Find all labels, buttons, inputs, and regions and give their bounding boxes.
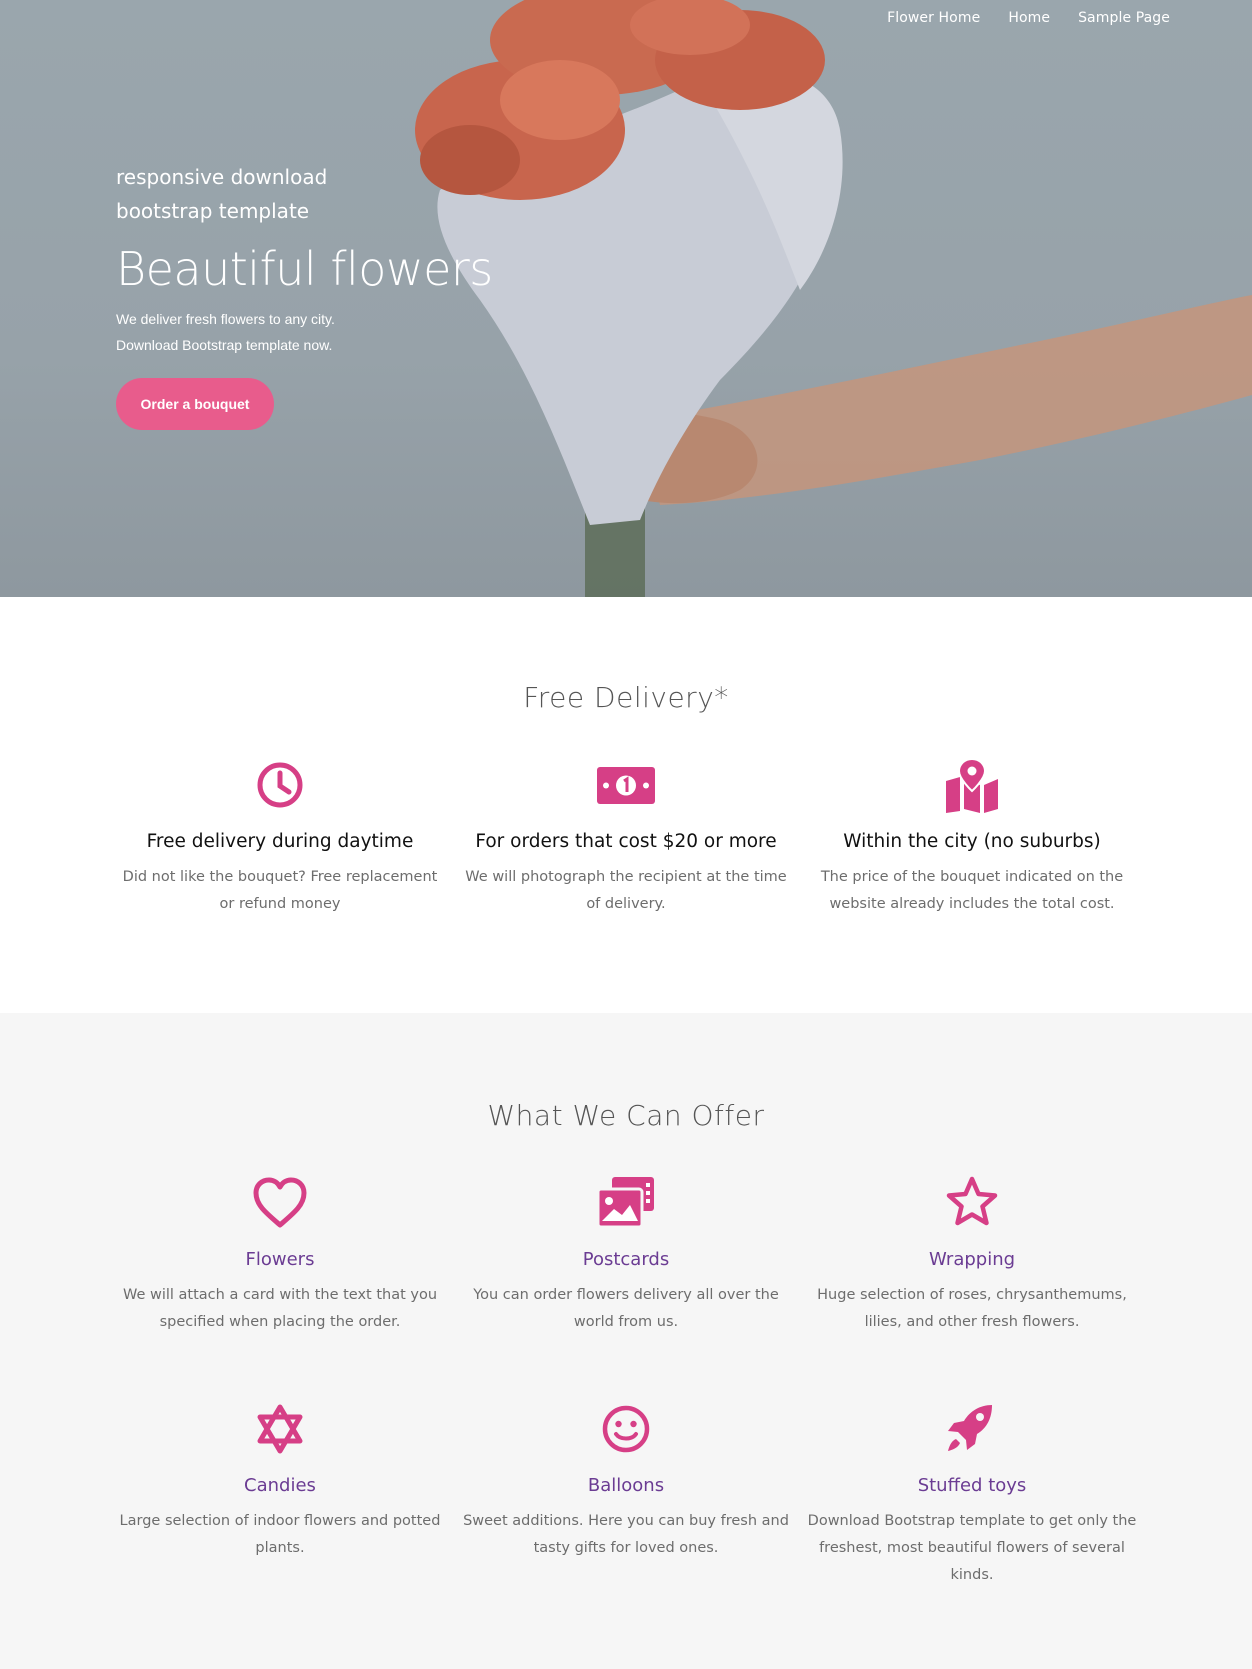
offer-item-stuffed-toys: Stuffed toys Download Bootstrap template…: [802, 1401, 1142, 1589]
section-title-what-we-offer: What We Can Offer: [487, 1099, 765, 1132]
hero-section: Flower Home Home Sample Page responsive …: [0, 0, 1252, 597]
feature-text: We will photograph the recipient at the …: [465, 869, 787, 912]
offer-item-flowers: Flowers We will attach a card with the t…: [110, 1175, 450, 1336]
offer-text: We will attach a card with the text that…: [122, 1287, 438, 1330]
offer-text: Large selection of indoor flowers and po…: [119, 1513, 441, 1556]
heart-icon: [248, 1175, 312, 1231]
money-bill-icon: [594, 757, 658, 813]
what-we-offer-section: What We Can Offer Flowers We will attach…: [0, 1013, 1252, 1669]
feature-text: The price of the bouquet indicated on th…: [820, 869, 1124, 912]
offer-text: You can order flowers delivery all over …: [473, 1287, 779, 1330]
hero-kicker: responsive download bootstrap template: [116, 165, 328, 223]
order-bouquet-button[interactable]: Order a bouquet: [116, 378, 274, 430]
smile-icon: [594, 1401, 658, 1457]
feature-heading: Free delivery during daytime: [146, 831, 414, 852]
feature-text: Did not like the bouquet? Free replaceme…: [122, 869, 438, 912]
hero-content: responsive download bootstrap template B…: [116, 160, 556, 358]
feature-order-minimum: For orders that cost $20 or more We will…: [456, 757, 796, 918]
top-nav: Flower Home Home Sample Page: [887, 10, 1170, 26]
offer-heading: Postcards: [582, 1249, 670, 1270]
offer-heading: Stuffed toys: [917, 1475, 1027, 1496]
offer-heading: Flowers: [245, 1249, 315, 1270]
offer-heading: Wrapping: [928, 1249, 1016, 1270]
feature-daytime-delivery: Free delivery during daytime Did not lik…: [110, 757, 450, 918]
star-icon: [940, 1175, 1004, 1231]
free-delivery-section: Free Delivery* Free delivery during dayt…: [0, 597, 1252, 1013]
clock-icon: [248, 757, 312, 813]
nav-link-flower-home[interactable]: Flower Home: [887, 10, 980, 26]
feature-city-only: Within the city (no suburbs) The price o…: [802, 757, 1142, 918]
star-of-david-icon: [248, 1401, 312, 1457]
offer-item-postcards: Postcards You can order flowers delivery…: [456, 1175, 796, 1336]
offer-text: Sweet additions. Here you can buy fresh …: [463, 1513, 789, 1556]
hero-title: Beautiful flowers: [116, 242, 493, 296]
offer-text: Download Bootstrap template to get only …: [807, 1513, 1137, 1583]
offer-heading: Candies: [244, 1475, 316, 1496]
hero-subtext-line-1: We deliver fresh flowers to any city.: [116, 311, 335, 327]
feature-heading: Within the city (no suburbs): [843, 831, 1101, 852]
section-title-free-delivery: Free Delivery*: [523, 681, 729, 714]
offer-item-candies: Candies Large selection of indoor flower…: [110, 1401, 450, 1562]
offer-item-wrapping: Wrapping Huge selection of roses, chrysa…: [802, 1175, 1142, 1336]
hero-subtext: We deliver fresh flowers to any city. Do…: [116, 306, 556, 358]
offer-text: Huge selection of roses, chrysanthemums,…: [817, 1287, 1127, 1330]
rocket-icon: [940, 1401, 1004, 1457]
images-icon: [594, 1175, 658, 1231]
hero-subtext-line-2: Download Bootstrap template now.: [116, 337, 333, 353]
offer-heading: Balloons: [587, 1475, 665, 1496]
map-marker-icon: [940, 757, 1004, 813]
feature-heading: For orders that cost $20 or more: [475, 831, 777, 852]
offer-item-balloons: Balloons Sweet additions. Here you can b…: [456, 1401, 796, 1562]
nav-link-home[interactable]: Home: [1008, 10, 1050, 26]
nav-link-sample-page[interactable]: Sample Page: [1078, 10, 1170, 26]
